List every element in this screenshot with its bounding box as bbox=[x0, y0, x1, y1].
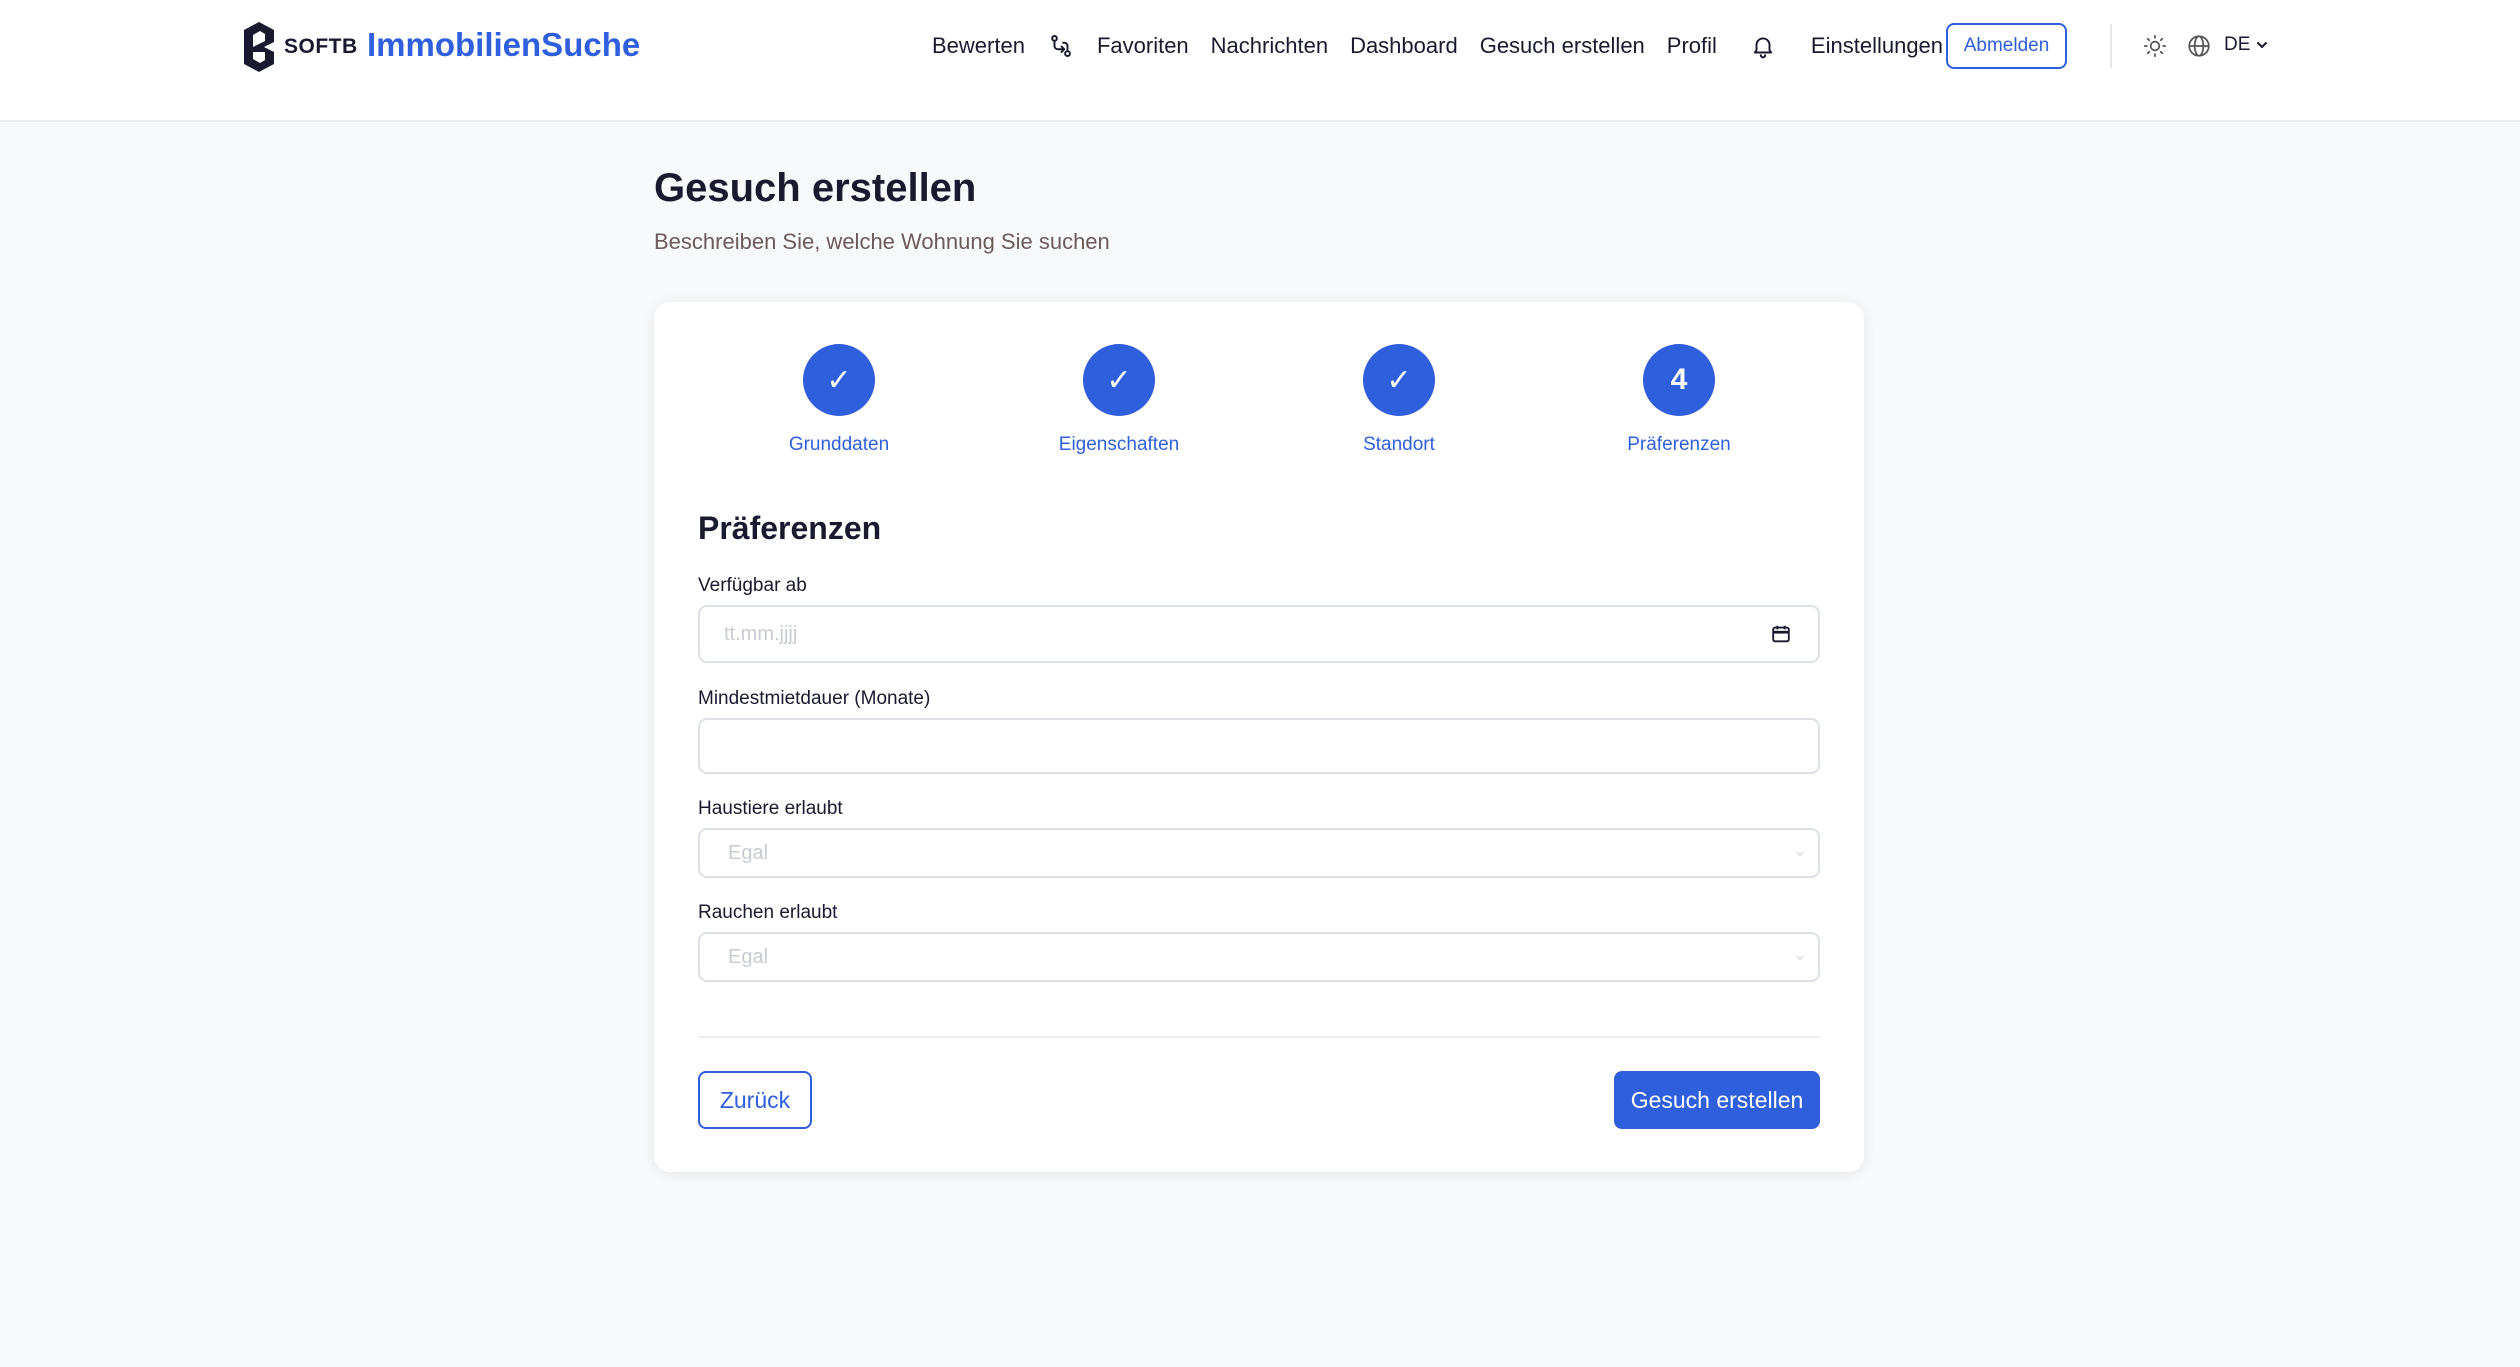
date-placeholder: tt.mm.jjjj bbox=[724, 622, 798, 645]
step-label: Grunddaten bbox=[788, 434, 890, 455]
nav-create-request[interactable]: Gesuch erstellen bbox=[1480, 33, 1645, 59]
submit-request-button[interactable]: Gesuch erstellen bbox=[1614, 1071, 1820, 1129]
available-from-date-input[interactable]: tt.mm.jjjj bbox=[698, 605, 1820, 663]
min-duration-input[interactable] bbox=[698, 718, 1820, 774]
chevron-down-icon bbox=[1796, 851, 1804, 857]
calendar-icon[interactable] bbox=[1770, 623, 1792, 645]
pets-selected-value: Egal bbox=[728, 841, 769, 864]
step-label: Präferenzen bbox=[1627, 434, 1731, 455]
step-complete-check: ✓ bbox=[1363, 344, 1435, 416]
logout-button[interactable]: Abmelden bbox=[1946, 23, 2067, 69]
back-button[interactable]: Zurück bbox=[698, 1071, 812, 1129]
header-divider bbox=[2110, 24, 2112, 68]
section-title: Präferenzen bbox=[698, 510, 882, 546]
min-duration-field[interactable] bbox=[724, 720, 1818, 772]
form-divider bbox=[698, 1036, 1820, 1038]
step-number: 4 bbox=[1643, 344, 1715, 416]
available-from-label: Verfügbar ab bbox=[698, 575, 807, 596]
step-complete-check: ✓ bbox=[1083, 344, 1155, 416]
smoking-selected-value: Egal bbox=[728, 945, 769, 968]
nav-favorites[interactable]: Favoriten bbox=[1097, 33, 1189, 59]
logo-text: SOFTB bbox=[284, 35, 358, 58]
min-duration-label: Mindestmietdauer (Monate) bbox=[698, 688, 931, 709]
nav-profile[interactable]: Profil bbox=[1667, 33, 1717, 59]
brand-name[interactable]: ImmobilienSuche bbox=[367, 26, 640, 64]
nav-rate[interactable]: Bewerten bbox=[932, 33, 1025, 59]
sun-icon[interactable] bbox=[2142, 33, 2168, 59]
chevron-down-icon bbox=[2257, 42, 2268, 48]
pets-label: Haustiere erlaubt bbox=[698, 798, 843, 819]
main-nav: Bewerten Favoriten Nachrichten Dashboard… bbox=[932, 28, 1965, 64]
step-label: Eigenschaften bbox=[1058, 434, 1180, 455]
top-header: SOFTB ImmobilienSuche Bewerten Favoriten… bbox=[0, 0, 2520, 122]
nav-dashboard[interactable]: Dashboard bbox=[1350, 33, 1458, 59]
nav-settings[interactable]: Einstellungen bbox=[1811, 33, 1943, 59]
step-basics[interactable]: ✓ Grunddaten bbox=[739, 344, 939, 456]
softb-logo[interactable]: SOFTB bbox=[240, 22, 358, 72]
smoking-label: Rauchen erlaubt bbox=[698, 902, 838, 923]
globe-icon[interactable] bbox=[2186, 33, 2212, 59]
chevron-down-icon bbox=[1796, 955, 1804, 961]
step-complete-check: ✓ bbox=[803, 344, 875, 416]
nav-messages[interactable]: Nachrichten bbox=[1211, 33, 1328, 59]
step-location[interactable]: ✓ Standort bbox=[1299, 344, 1499, 456]
page-title: Gesuch erstellen bbox=[654, 166, 977, 210]
step-properties[interactable]: ✓ Eigenschaften bbox=[1019, 344, 1219, 456]
step-label: Standort bbox=[1363, 434, 1435, 455]
smoking-select[interactable]: Egal bbox=[698, 932, 1820, 982]
pets-select[interactable]: Egal bbox=[698, 828, 1820, 878]
page-subtitle: Beschreiben Sie, welche Wohnung Sie such… bbox=[654, 229, 1110, 254]
language-selector[interactable]: DE bbox=[2224, 34, 2270, 56]
compare-icon[interactable] bbox=[1047, 32, 1075, 60]
bell-icon[interactable] bbox=[1749, 32, 1777, 60]
softb-logo-icon bbox=[244, 22, 274, 72]
language-code: DE bbox=[2224, 34, 2251, 55]
step-preferences[interactable]: 4 Präferenzen bbox=[1579, 344, 1779, 456]
